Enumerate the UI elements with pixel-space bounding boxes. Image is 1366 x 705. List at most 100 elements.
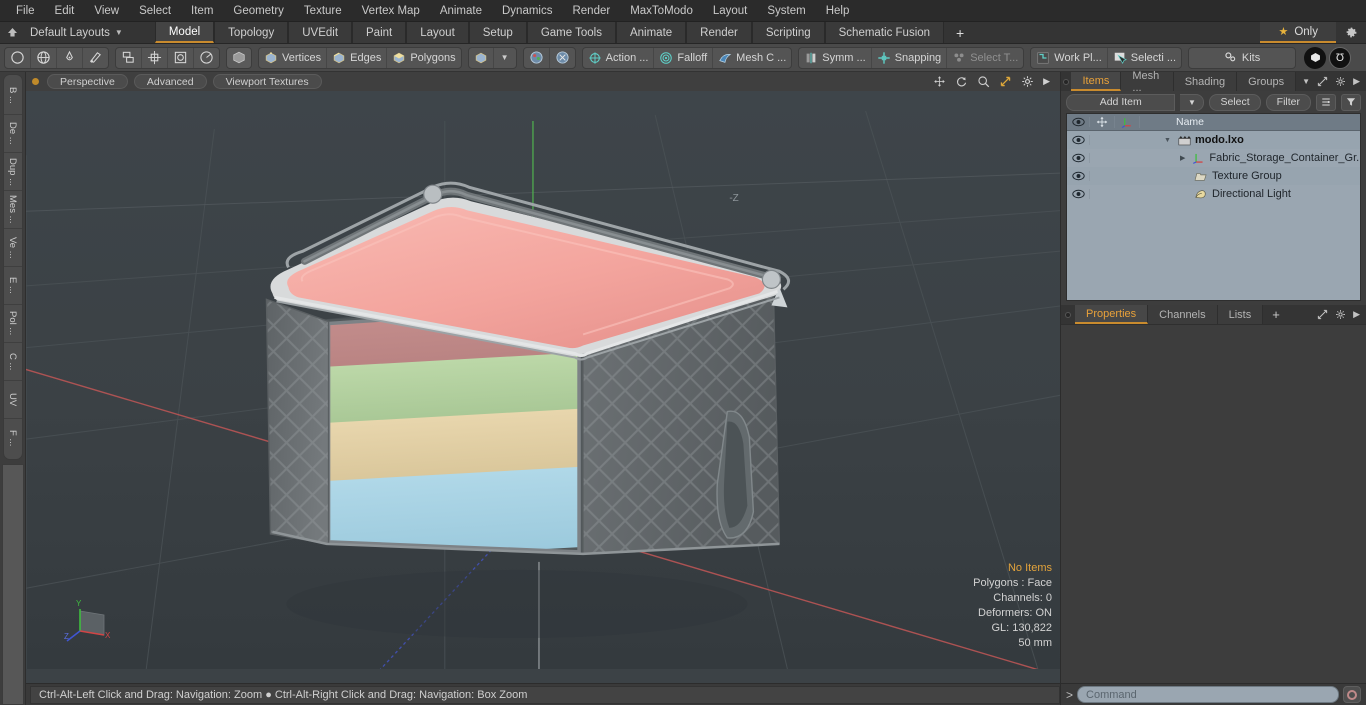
- menu-item-render[interactable]: Render: [562, 2, 620, 20]
- menu-item-item[interactable]: Item: [181, 2, 223, 20]
- menu-item-select[interactable]: Select: [129, 2, 181, 20]
- viewport-view-mode[interactable]: Perspective: [47, 74, 128, 89]
- tab-animate[interactable]: Animate: [615, 22, 687, 43]
- record-icon[interactable]: [1343, 686, 1361, 703]
- row-visibility-toggle[interactable]: [1067, 153, 1090, 163]
- menu-item-dynamics[interactable]: Dynamics: [492, 2, 562, 20]
- snapping-button[interactable]: Snapping: [872, 47, 948, 68]
- item-mode-icon[interactable]: [226, 46, 252, 69]
- menu-item-file[interactable]: File: [6, 2, 45, 20]
- tab-mesh[interactable]: Mesh ...: [1121, 70, 1174, 94]
- menu-item-maxtomodo[interactable]: MaxToModo: [620, 2, 703, 20]
- item-tree-row-name[interactable]: ▶ Fabric_Storage_Container_Gr...: [1140, 152, 1360, 164]
- pan-icon[interactable]: [933, 75, 946, 88]
- tab-lists[interactable]: Lists: [1217, 305, 1264, 324]
- item-tree-scrollbar[interactable]: [1360, 114, 1361, 300]
- rotate-icon[interactable]: [955, 75, 968, 88]
- menu-item-layout[interactable]: Layout: [703, 2, 758, 20]
- tab-model[interactable]: Model: [154, 22, 215, 43]
- menu-item-animate[interactable]: Animate: [430, 2, 492, 20]
- mesh-constraint-button[interactable]: Mesh C ...: [713, 48, 791, 68]
- viewport-gear-icon[interactable]: [1021, 75, 1034, 88]
- zoom-icon[interactable]: [977, 75, 990, 88]
- tab-uvedit[interactable]: UVEdit: [288, 22, 353, 43]
- radial-icon[interactable]: [194, 48, 219, 68]
- sidebar-tab-duplicate[interactable]: Dup ...: [3, 153, 22, 191]
- item-tree-empty-space[interactable]: [1067, 203, 1360, 300]
- tab-game-tools[interactable]: Game Tools: [526, 22, 616, 43]
- sort-icon[interactable]: [1316, 93, 1336, 111]
- globe-tool-icon[interactable]: [31, 47, 57, 68]
- funnel-icon[interactable]: [1341, 93, 1361, 111]
- sidebar-tab-uv[interactable]: UV: [3, 381, 22, 419]
- table-row[interactable]: ▼ modo.lxo: [1067, 131, 1360, 149]
- add-properties-tab-button[interactable]: +: [1263, 305, 1289, 324]
- tab-items[interactable]: Items: [1071, 72, 1122, 91]
- command-input[interactable]: Command: [1077, 686, 1339, 703]
- home-icon[interactable]: [0, 22, 24, 43]
- tab-channels[interactable]: Channels: [1148, 305, 1218, 324]
- mode-cube-icon[interactable]: [469, 47, 494, 68]
- kits-button[interactable]: Kits: [1189, 48, 1295, 68]
- panel-expand-icon[interactable]: [1317, 76, 1328, 87]
- circle-tool-icon[interactable]: [5, 47, 31, 68]
- menu-item-texture[interactable]: Texture: [294, 2, 352, 20]
- viewport-more-icon[interactable]: ▶: [1043, 76, 1050, 87]
- menu-item-system[interactable]: System: [757, 2, 815, 20]
- selection-set-button[interactable]: Selecti ...: [1108, 48, 1181, 68]
- only-toggle[interactable]: ★ Only: [1260, 22, 1336, 43]
- menu-item-view[interactable]: View: [84, 2, 129, 20]
- tab-layout[interactable]: Layout: [406, 22, 469, 43]
- falloff-button[interactable]: Falloff: [654, 47, 714, 68]
- tab-groups[interactable]: Groups: [1237, 72, 1297, 91]
- tab-render[interactable]: Render: [686, 22, 752, 43]
- sidebar-tab-mesh[interactable]: Mes ...: [3, 191, 22, 229]
- sidebar-tab-vertex[interactable]: Ve ...: [3, 229, 22, 267]
- properties-expand-icon[interactable]: [1317, 309, 1328, 320]
- action-center-button[interactable]: Action ...: [583, 47, 655, 68]
- sidebar-tab-basic[interactable]: B ...: [3, 77, 22, 115]
- panel-more-icon[interactable]: ▶: [1353, 76, 1360, 87]
- square-inset-icon[interactable]: [168, 47, 194, 68]
- filter-button[interactable]: Filter: [1265, 93, 1311, 111]
- properties-content[interactable]: [1061, 324, 1366, 683]
- menu-item-vertex-map[interactable]: Vertex Map: [352, 2, 430, 20]
- tab-setup[interactable]: Setup: [468, 22, 527, 43]
- edges-button[interactable]: Edges: [327, 47, 388, 68]
- paint-tool-icon[interactable]: [83, 48, 108, 68]
- fit-icon[interactable]: [999, 75, 1012, 88]
- sidebar-tab-falloff[interactable]: F ...: [4, 419, 22, 457]
- menu-item-geometry[interactable]: Geometry: [223, 2, 294, 20]
- mode-caret-icon[interactable]: ▼: [494, 48, 516, 68]
- tab-scripting[interactable]: Scripting: [751, 22, 825, 43]
- row-visibility-toggle[interactable]: [1067, 171, 1090, 181]
- layout-preset-selector[interactable]: Default Layouts ▼: [24, 22, 137, 43]
- sidebar-tab-curve[interactable]: C ...: [3, 343, 22, 381]
- vertices-button[interactable]: Vertices: [259, 47, 328, 68]
- tab-paint[interactable]: Paint: [352, 22, 407, 43]
- sidebar-tab-deform[interactable]: De ...: [3, 115, 22, 153]
- gear-icon[interactable]: [1336, 22, 1366, 43]
- modo-logo-icon[interactable]: [1304, 46, 1327, 69]
- center-sphere-icon[interactable]: [524, 47, 550, 68]
- menu-item-edit[interactable]: Edit: [45, 2, 85, 20]
- symmetry-button[interactable]: Symm ...: [799, 47, 872, 68]
- table-row[interactable]: Directional Light: [1067, 185, 1360, 203]
- expander-icon[interactable]: ▶: [1180, 154, 1185, 162]
- add-item-dropdown[interactable]: ▼: [1180, 93, 1205, 111]
- properties-handle-dot[interactable]: [1061, 305, 1075, 324]
- work-plane-button[interactable]: Work Pl...: [1031, 47, 1108, 68]
- select-button[interactable]: Select: [1209, 93, 1261, 111]
- add-tab-button[interactable]: +: [944, 22, 976, 43]
- panel-gear-icon[interactable]: [1335, 76, 1346, 87]
- tab-schematic-fusion[interactable]: Schematic Fusion: [824, 22, 945, 43]
- item-tree-row-name[interactable]: Texture Group: [1140, 170, 1360, 182]
- row-visibility-toggle[interactable]: [1067, 189, 1090, 199]
- pen-tool-icon[interactable]: [57, 47, 83, 68]
- panel-caret-icon[interactable]: ▼: [1302, 77, 1310, 86]
- viewport-texture-mode[interactable]: Viewport Textures: [212, 74, 322, 89]
- menu-item-help[interactable]: Help: [816, 2, 860, 20]
- unreal-logo-icon[interactable]: Ʊ: [1329, 46, 1352, 69]
- panel-handle-dot[interactable]: [1061, 72, 1071, 91]
- tab-topology[interactable]: Topology: [214, 22, 289, 43]
